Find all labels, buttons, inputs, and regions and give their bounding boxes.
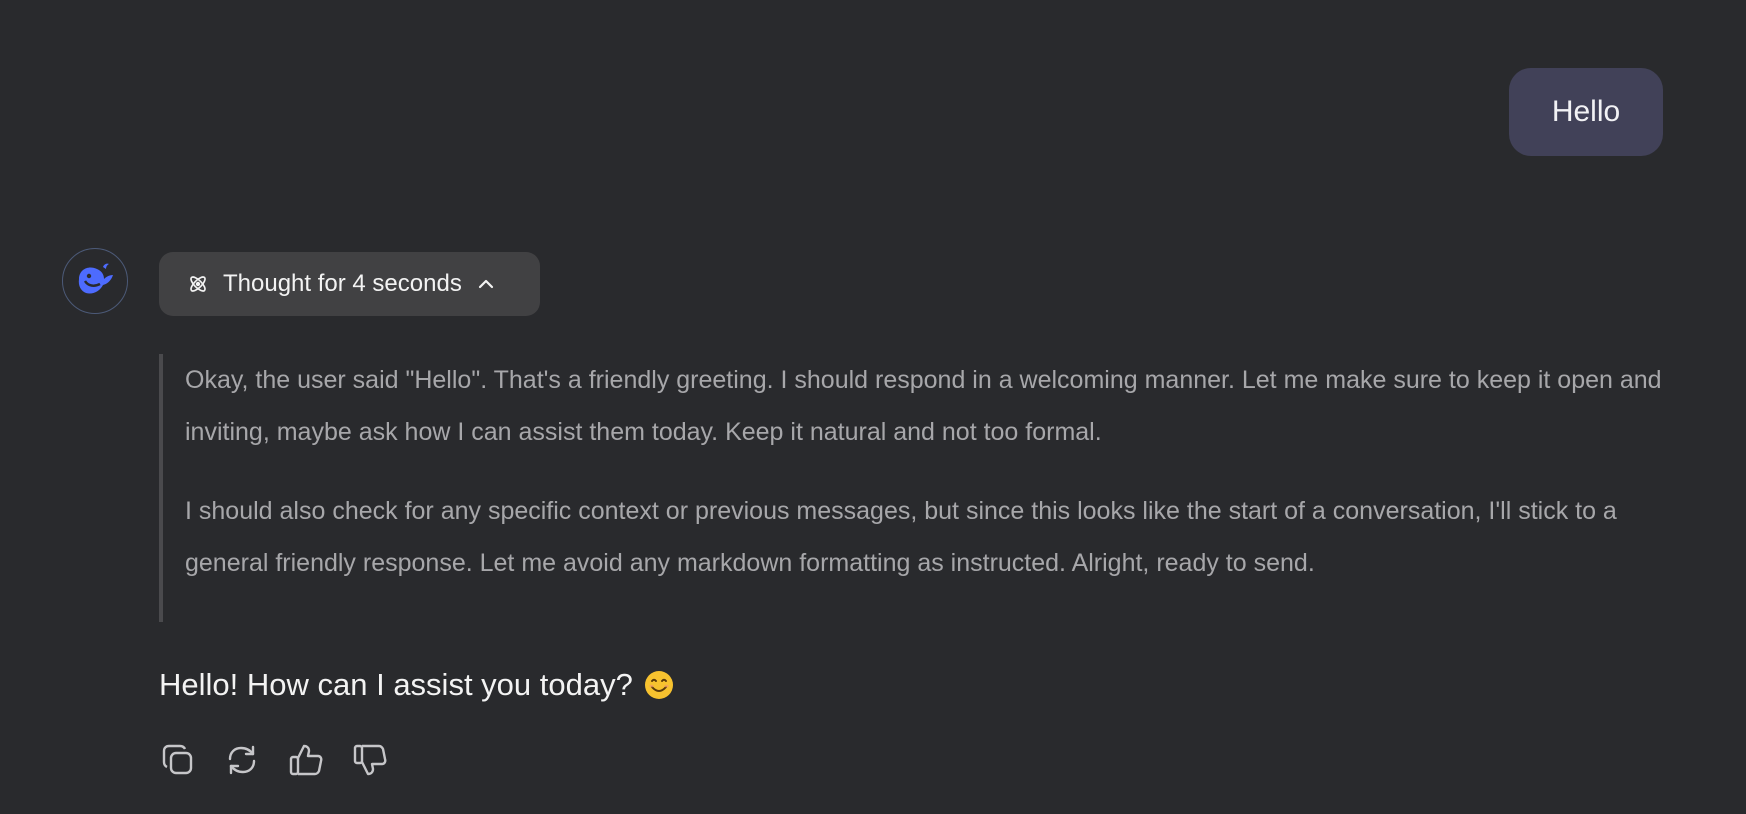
thought-paragraph: I should also check for any specific con… xyxy=(185,497,1617,577)
regenerate-icon xyxy=(228,745,256,775)
thumbs-up-icon xyxy=(289,744,323,776)
thumbs-down-icon xyxy=(353,744,387,776)
thought-content: Okay, the user said "Hello". That's a fr… xyxy=(159,354,1669,622)
smiling-face-icon xyxy=(643,669,675,701)
copy-button[interactable] xyxy=(159,741,197,779)
chat-page: Hello Thought for 4 seconds Okay, the us… xyxy=(0,0,1746,814)
thought-toggle-label: Thought for 4 seconds xyxy=(223,270,462,297)
atom-icon xyxy=(187,273,209,295)
deepseek-whale-icon xyxy=(78,263,113,294)
user-message-bubble: Hello xyxy=(1509,68,1663,156)
user-message-text: Hello xyxy=(1551,95,1621,128)
assistant-answer: Hello! How can I assist you today? xyxy=(159,663,1559,707)
thumbs-up-button[interactable] xyxy=(287,741,325,779)
regenerate-button[interactable] xyxy=(223,741,261,779)
message-actions xyxy=(159,741,389,783)
copy-icon xyxy=(162,744,193,775)
thought-toggle-button[interactable]: Thought for 4 seconds xyxy=(159,252,540,316)
thought-paragraph: Okay, the user said "Hello". That's a fr… xyxy=(185,366,1662,446)
assistant-avatar xyxy=(62,248,128,314)
thumbs-down-button[interactable] xyxy=(351,741,389,779)
chevron-up-icon xyxy=(476,274,496,294)
assistant-answer-text: Hello! How can I assist you today? xyxy=(159,667,633,702)
